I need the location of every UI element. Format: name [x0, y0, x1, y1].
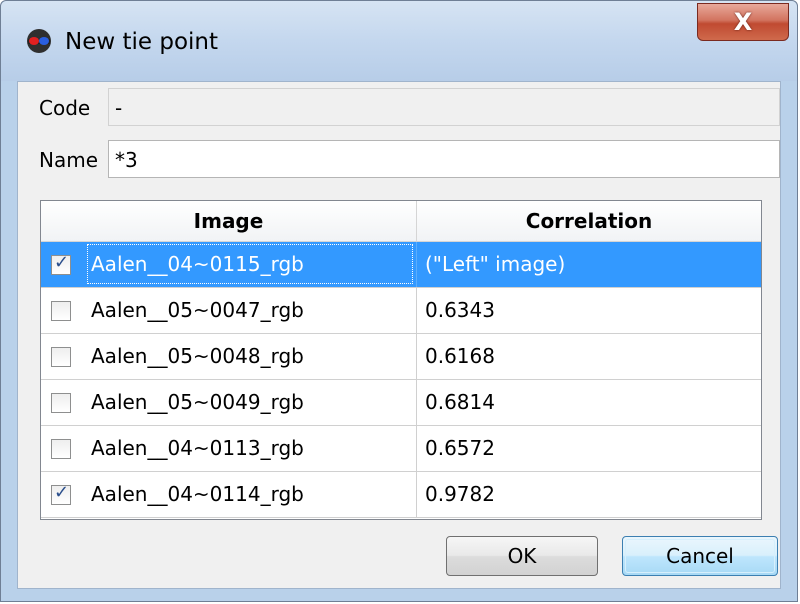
row-checkbox[interactable]	[51, 439, 71, 459]
column-divider	[416, 242, 417, 287]
correlation-cell: 0.6572	[425, 436, 495, 460]
checkmark-icon: ✓	[54, 482, 70, 503]
ok-button-label: OK	[507, 544, 537, 568]
column-divider	[416, 334, 417, 379]
ok-button[interactable]: OK	[446, 536, 598, 576]
row-checkbox[interactable]: ✓	[51, 252, 71, 275]
table-row[interactable]: ✓ Aalen__04~0115_rgb ("Left" image)	[41, 242, 761, 288]
close-icon: X	[733, 8, 753, 36]
column-divider	[416, 288, 417, 333]
column-header-correlation[interactable]: Correlation	[417, 201, 761, 241]
checkmark-icon: ✓	[54, 252, 70, 273]
table-row[interactable]: Aalen__05~0048_rgb 0.6168	[41, 334, 761, 380]
table-row[interactable]: ✓ Aalen__04~0114_rgb 0.9782	[41, 472, 761, 518]
correlation-cell: 0.6168	[425, 344, 495, 368]
column-header-image[interactable]: Image	[41, 201, 417, 241]
row-checkbox[interactable]: ✓	[51, 482, 71, 505]
window-title: New tie point	[65, 29, 219, 55]
image-name-cell: Aalen__05~0047_rgb	[91, 298, 304, 322]
row-checkbox[interactable]	[51, 301, 71, 321]
image-name-cell: Aalen__05~0049_rgb	[91, 390, 304, 414]
image-name-cell: Aalen__05~0048_rgb	[91, 344, 304, 368]
column-divider	[416, 426, 417, 471]
correlation-cell: 0.6343	[425, 298, 495, 322]
column-divider	[416, 380, 417, 425]
table-row[interactable]: Aalen__05~0049_rgb 0.6814	[41, 380, 761, 426]
cancel-button[interactable]: Cancel	[622, 536, 778, 576]
code-field: -	[108, 88, 780, 126]
name-value: *3	[115, 148, 138, 172]
dialog-body: Code - Name *3 Image Correlation ✓ Aalen…	[17, 81, 781, 589]
correlation-cell: ("Left" image)	[425, 252, 566, 276]
code-label: Code	[39, 96, 91, 120]
correlation-cell: 0.9782	[425, 482, 495, 506]
image-name-cell: Aalen__04~0114_rgb	[91, 482, 304, 506]
stereo-glasses-icon	[27, 29, 51, 53]
title-bar[interactable]: New tie point X	[1, 1, 797, 81]
code-value: -	[115, 96, 123, 120]
table-row[interactable]: Aalen__05~0047_rgb 0.6343	[41, 288, 761, 334]
dialog-window: New tie point X Code - Name *3 Image Cor…	[0, 0, 798, 602]
correlation-cell: 0.6814	[425, 390, 495, 414]
image-name-cell: Aalen__04~0115_rgb	[91, 252, 304, 276]
name-input[interactable]: *3	[108, 140, 780, 178]
close-button[interactable]: X	[697, 3, 789, 41]
table-row[interactable]: Aalen__04~0113_rgb 0.6572	[41, 426, 761, 472]
row-checkbox[interactable]	[51, 347, 71, 367]
column-divider	[416, 472, 417, 517]
cancel-button-label: Cancel	[666, 544, 734, 568]
name-label: Name	[39, 148, 99, 172]
image-name-cell: Aalen__04~0113_rgb	[91, 436, 304, 460]
row-checkbox[interactable]	[51, 393, 71, 413]
images-table: Image Correlation ✓ Aalen__04~0115_rgb (…	[40, 200, 762, 520]
table-header: Image Correlation	[41, 201, 761, 242]
